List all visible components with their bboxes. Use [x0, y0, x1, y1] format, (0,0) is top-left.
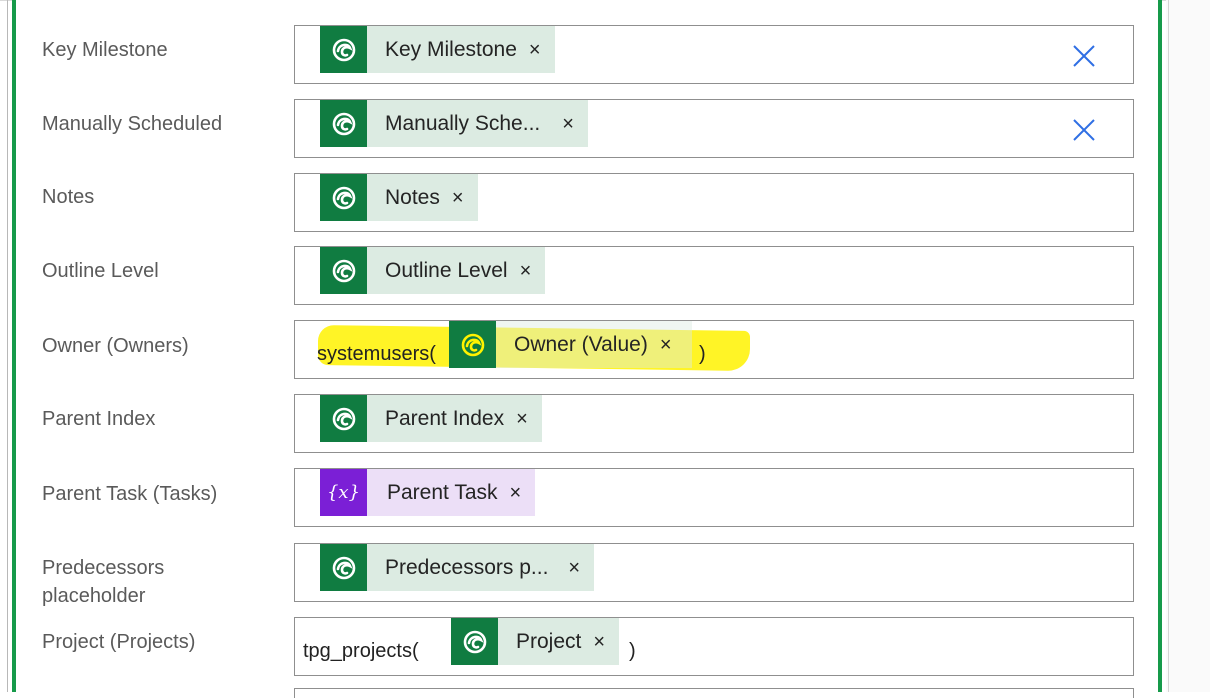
dataverse-icon: [320, 26, 367, 73]
token-remove-icon[interactable]: ×: [548, 558, 594, 578]
field-notes[interactable]: Notes ×: [294, 173, 1134, 232]
expression-prefix: systemusers(: [317, 343, 436, 365]
field-manually-scheduled[interactable]: Manually Sche... ×: [294, 99, 1134, 158]
field-key-milestone[interactable]: Key Milestone ×: [294, 25, 1134, 84]
right-gutter: [1166, 0, 1210, 692]
token-label: Parent Index: [385, 406, 505, 430]
label-line: Predecessors: [42, 557, 165, 579]
field-label-outline-level: Outline Level: [42, 260, 159, 282]
field-label-manually-scheduled: Manually Scheduled: [42, 113, 223, 135]
field-label-key-milestone: Key Milestone: [42, 39, 168, 61]
dynamic-token[interactable]: Notes ×: [320, 174, 478, 221]
field-project[interactable]: tpg_projects( Project × ): [294, 617, 1134, 676]
token-label: Key Milestone: [385, 37, 517, 61]
dataverse-icon: [320, 247, 367, 294]
field-outline-level[interactable]: Outline Level ×: [294, 246, 1134, 305]
dataverse-icon: [320, 544, 367, 591]
gutter-divider: [1168, 0, 1169, 692]
field-parent-task[interactable]: {x} Parent Task ×: [294, 468, 1134, 527]
token-label: Predecessors p...: [385, 555, 549, 579]
dataverse-icon: [320, 174, 367, 221]
dynamic-token[interactable]: Parent Index ×: [320, 395, 542, 442]
field-label-owner: Owner (Owners): [42, 335, 189, 357]
field-label-notes: Notes: [42, 186, 95, 208]
next-field-partial[interactable]: [294, 688, 1134, 698]
variable-icon: {x}: [320, 469, 367, 516]
token-label: Parent Task: [387, 480, 498, 504]
dynamic-token[interactable]: Predecessors p... ×: [320, 544, 595, 591]
dynamic-token[interactable]: Owner (Value) ×: [449, 321, 692, 368]
token-label: Manually Sche...: [385, 111, 541, 135]
field-predecessors-placeholder[interactable]: Predecessors p... ×: [294, 543, 1134, 602]
token-remove-icon[interactable]: ×: [508, 261, 546, 281]
dynamic-token[interactable]: Outline Level ×: [320, 247, 546, 294]
left-divider: [7, 0, 8, 692]
field-label-predecessors: Predecessors placeholder: [42, 554, 272, 610]
field-label-parent-index: Parent Index: [42, 408, 156, 430]
clear-field-icon[interactable]: [1071, 43, 1097, 69]
token-remove-icon[interactable]: ×: [498, 483, 536, 503]
expression-suffix: ): [629, 640, 636, 662]
dataverse-icon: [449, 321, 496, 368]
dataverse-icon: [320, 100, 367, 147]
expression-suffix: ): [699, 343, 706, 365]
token-remove-icon[interactable]: ×: [440, 188, 478, 208]
clear-field-icon[interactable]: [1071, 117, 1097, 143]
dataverse-icon: [320, 395, 367, 442]
variable-token[interactable]: {x} Parent Task ×: [320, 469, 536, 516]
field-owner[interactable]: systemusers( Owner (Value) × ): [294, 320, 1134, 379]
token-remove-icon[interactable]: ×: [581, 632, 619, 652]
dynamic-token[interactable]: Project ×: [451, 618, 620, 665]
token-remove-icon[interactable]: ×: [504, 409, 542, 429]
expression-prefix: tpg_projects(: [303, 640, 419, 662]
token-remove-icon[interactable]: ×: [517, 40, 555, 60]
dataverse-icon: [451, 618, 498, 665]
dynamic-token[interactable]: Key Milestone ×: [320, 26, 555, 73]
dynamic-token[interactable]: Manually Sche... ×: [320, 100, 588, 147]
field-parent-index[interactable]: Parent Index ×: [294, 394, 1134, 453]
field-label-project: Project (Projects): [42, 631, 196, 653]
token-label: Owner (Value): [514, 332, 648, 356]
field-label-parent-task: Parent Task (Tasks): [42, 483, 218, 505]
token-label: Notes: [385, 185, 440, 209]
label-line: placeholder: [42, 585, 146, 607]
token-remove-icon[interactable]: ×: [540, 114, 588, 134]
token-label: Project: [516, 629, 582, 653]
token-label: Outline Level: [385, 258, 508, 282]
token-remove-icon[interactable]: ×: [648, 335, 692, 355]
